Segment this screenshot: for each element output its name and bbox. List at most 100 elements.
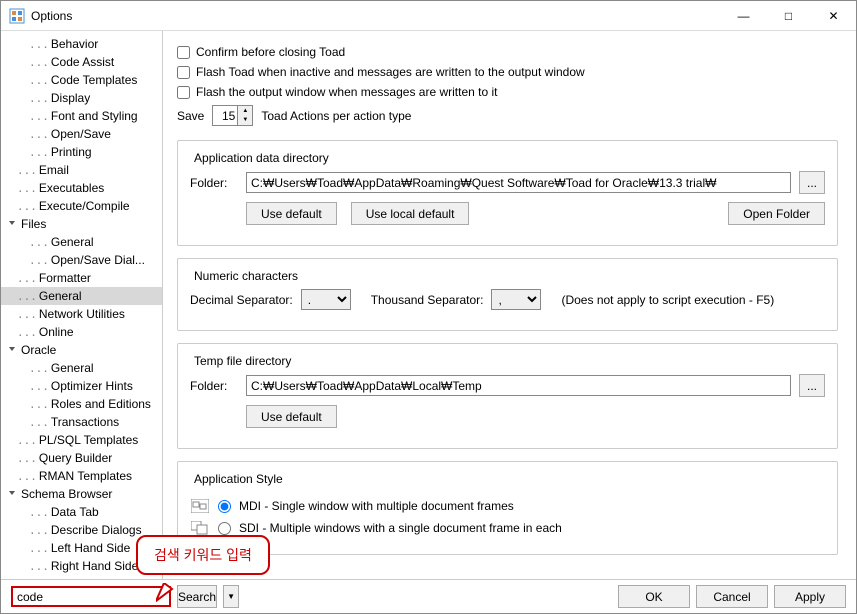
tree-item-label: General xyxy=(49,361,94,375)
tree-item-label: Execute/Compile xyxy=(37,199,130,213)
tree-item-general[interactable]: ... General xyxy=(1,359,162,377)
tree-item-executables[interactable]: ... Executables xyxy=(1,179,162,197)
tree-item-label: Network Utilities xyxy=(37,307,125,321)
tree-item-rman-templates[interactable]: ... RMAN Templates xyxy=(1,467,162,485)
sdi-radio[interactable] xyxy=(218,522,231,535)
search-button[interactable]: Search xyxy=(177,585,217,608)
thousand-label: Thousand Separator: xyxy=(371,293,484,307)
tree-item-online[interactable]: ... Online xyxy=(1,323,162,341)
tree-item-label: Schema Browser xyxy=(19,487,112,501)
tree-item-oracle[interactable]: Oracle xyxy=(1,341,162,359)
temp-folder-row: Folder: ... xyxy=(190,374,825,397)
tree-item-formatter[interactable]: ... Formatter xyxy=(1,269,162,287)
tree-item-label: Data Tab xyxy=(49,505,99,519)
tree-item-label: PL/SQL Templates xyxy=(37,433,138,447)
tree-item-label: Behavior xyxy=(49,37,98,51)
spin-up-button[interactable]: ▲ xyxy=(238,106,252,116)
numeric-row: Decimal Separator: . Thousand Separator:… xyxy=(190,289,825,310)
tree-toggle-icon[interactable] xyxy=(5,344,19,357)
tree-item-general[interactable]: ... General xyxy=(1,233,162,251)
temp-folder-input[interactable] xyxy=(246,375,791,396)
tree-item-code-templates[interactable]: ... Code Templates xyxy=(1,71,162,89)
confirm-close-label: Confirm before closing Toad xyxy=(196,45,345,59)
mdi-radio[interactable] xyxy=(218,500,231,513)
tree-item-roles-and-editions[interactable]: ... Roles and Editions xyxy=(1,395,162,413)
search-input[interactable] xyxy=(11,586,171,607)
tree-item-files[interactable]: Files xyxy=(1,215,162,233)
tree-item-label: Code Assist xyxy=(49,55,114,69)
numeric-legend: Numeric characters xyxy=(190,269,302,283)
appdata-legend: Application data directory xyxy=(190,151,333,165)
tree-item-network-utilities[interactable]: ... Network Utilities xyxy=(1,305,162,323)
save-label: Save xyxy=(177,109,204,123)
flash-output-label: Flash the output window when messages ar… xyxy=(196,85,498,99)
tree-item-execute-compile[interactable]: ... Execute/Compile xyxy=(1,197,162,215)
appdata-use-local-button[interactable]: Use local default xyxy=(351,202,470,225)
category-tree[interactable]: ... Behavior... Code Assist... Code Temp… xyxy=(1,31,163,579)
tree-item-label: RMAN Templates xyxy=(37,469,132,483)
tree-item-pl-sql-templates[interactable]: ... PL/SQL Templates xyxy=(1,431,162,449)
tree-item-email[interactable]: ... Email xyxy=(1,161,162,179)
temp-use-default-button[interactable]: Use default xyxy=(246,405,337,428)
tree-item-describe-dialogs[interactable]: ... Describe Dialogs xyxy=(1,521,162,539)
confirm-close-checkbox[interactable] xyxy=(177,46,190,59)
tree-item-label: Display xyxy=(49,91,90,105)
tree-item-display[interactable]: ... Display xyxy=(1,89,162,107)
tree-item-label: Code Templates xyxy=(49,73,138,87)
tree-item-query-builder[interactable]: ... Query Builder xyxy=(1,449,162,467)
tree-item-label: Online xyxy=(37,325,74,339)
tree-item-label: Printing xyxy=(49,145,92,159)
tree-item-open-save-dial-[interactable]: ... Open/Save Dial... xyxy=(1,251,162,269)
apply-button[interactable]: Apply xyxy=(774,585,846,608)
tree-item-printing[interactable]: ... Printing xyxy=(1,143,162,161)
tree-item-general[interactable]: ... General xyxy=(1,287,162,305)
temp-directory-group: Temp file directory Folder: ... Use defa… xyxy=(177,343,838,449)
annotation-text: 검색 키워드 입력 xyxy=(154,547,252,563)
settings-panel: Confirm before closing Toad Flash Toad w… xyxy=(163,31,856,579)
thousand-separator-select[interactable]: , xyxy=(491,289,541,310)
tree-item-transactions[interactable]: ... Transactions xyxy=(1,413,162,431)
tree-item-label: Open/Save Dial... xyxy=(49,253,145,267)
temp-browse-button[interactable]: ... xyxy=(799,374,825,397)
appdata-use-default-button[interactable]: Use default xyxy=(246,202,337,225)
appdata-directory-group: Application data directory Folder: ... U… xyxy=(177,140,838,246)
minimize-button[interactable]: — xyxy=(721,1,766,30)
flash-inactive-checkbox[interactable] xyxy=(177,66,190,79)
close-button[interactable]: ✕ xyxy=(811,1,856,30)
tree-item-schema-browser[interactable]: Schema Browser xyxy=(1,485,162,503)
content: ... Behavior... Code Assist... Code Temp… xyxy=(1,31,856,579)
tree-item-open-save[interactable]: ... Open/Save xyxy=(1,125,162,143)
tree-item-label: Formatter xyxy=(37,271,91,285)
tree-item-label: Email xyxy=(37,163,69,177)
tree-item-optimizer-hints[interactable]: ... Optimizer Hints xyxy=(1,377,162,395)
appdata-open-folder-button[interactable]: Open Folder xyxy=(728,202,825,225)
sdi-label: SDI - Multiple windows with a single doc… xyxy=(239,521,562,535)
appdata-browse-button[interactable]: ... xyxy=(799,171,825,194)
temp-buttons-row: Use default xyxy=(190,405,825,428)
save-spinner: ▲ ▼ xyxy=(212,105,253,126)
flash-output-checkbox[interactable] xyxy=(177,86,190,99)
tree-item-data-tab[interactable]: ... Data Tab xyxy=(1,503,162,521)
maximize-button[interactable]: □ xyxy=(766,1,811,30)
tree-item-font-and-styling[interactable]: ... Font and Styling xyxy=(1,107,162,125)
tree-item-behavior[interactable]: ... Behavior xyxy=(1,35,162,53)
search-dropdown-toggle[interactable]: ▼ xyxy=(223,585,239,608)
cancel-button[interactable]: Cancel xyxy=(696,585,768,608)
tree-item-code-assist[interactable]: ... Code Assist xyxy=(1,53,162,71)
annotation-callout: 검색 키워드 입력 xyxy=(136,535,270,575)
appdata-folder-input[interactable] xyxy=(246,172,791,193)
numeric-note: (Does not apply to script execution - F5… xyxy=(561,293,774,307)
tree-item-label: Left Hand Side xyxy=(49,541,130,555)
ok-button[interactable]: OK xyxy=(618,585,690,608)
spin-down-button[interactable]: ▼ xyxy=(238,116,252,126)
tree-toggle-icon[interactable] xyxy=(5,218,19,231)
save-row: Save ▲ ▼ Toad Actions per action type xyxy=(177,105,838,126)
decimal-separator-select[interactable]: . xyxy=(301,289,351,310)
application-style-group: Application Style MDI - Single window wi… xyxy=(177,461,838,555)
save-value-input[interactable] xyxy=(213,106,237,125)
tree-item-label: Optimizer Hints xyxy=(49,379,133,393)
tree-item-label: General xyxy=(37,289,82,303)
tree-toggle-icon[interactable] xyxy=(5,488,19,501)
appdata-folder-label: Folder: xyxy=(190,176,238,190)
flash-output-row: Flash the output window when messages ar… xyxy=(177,85,838,99)
